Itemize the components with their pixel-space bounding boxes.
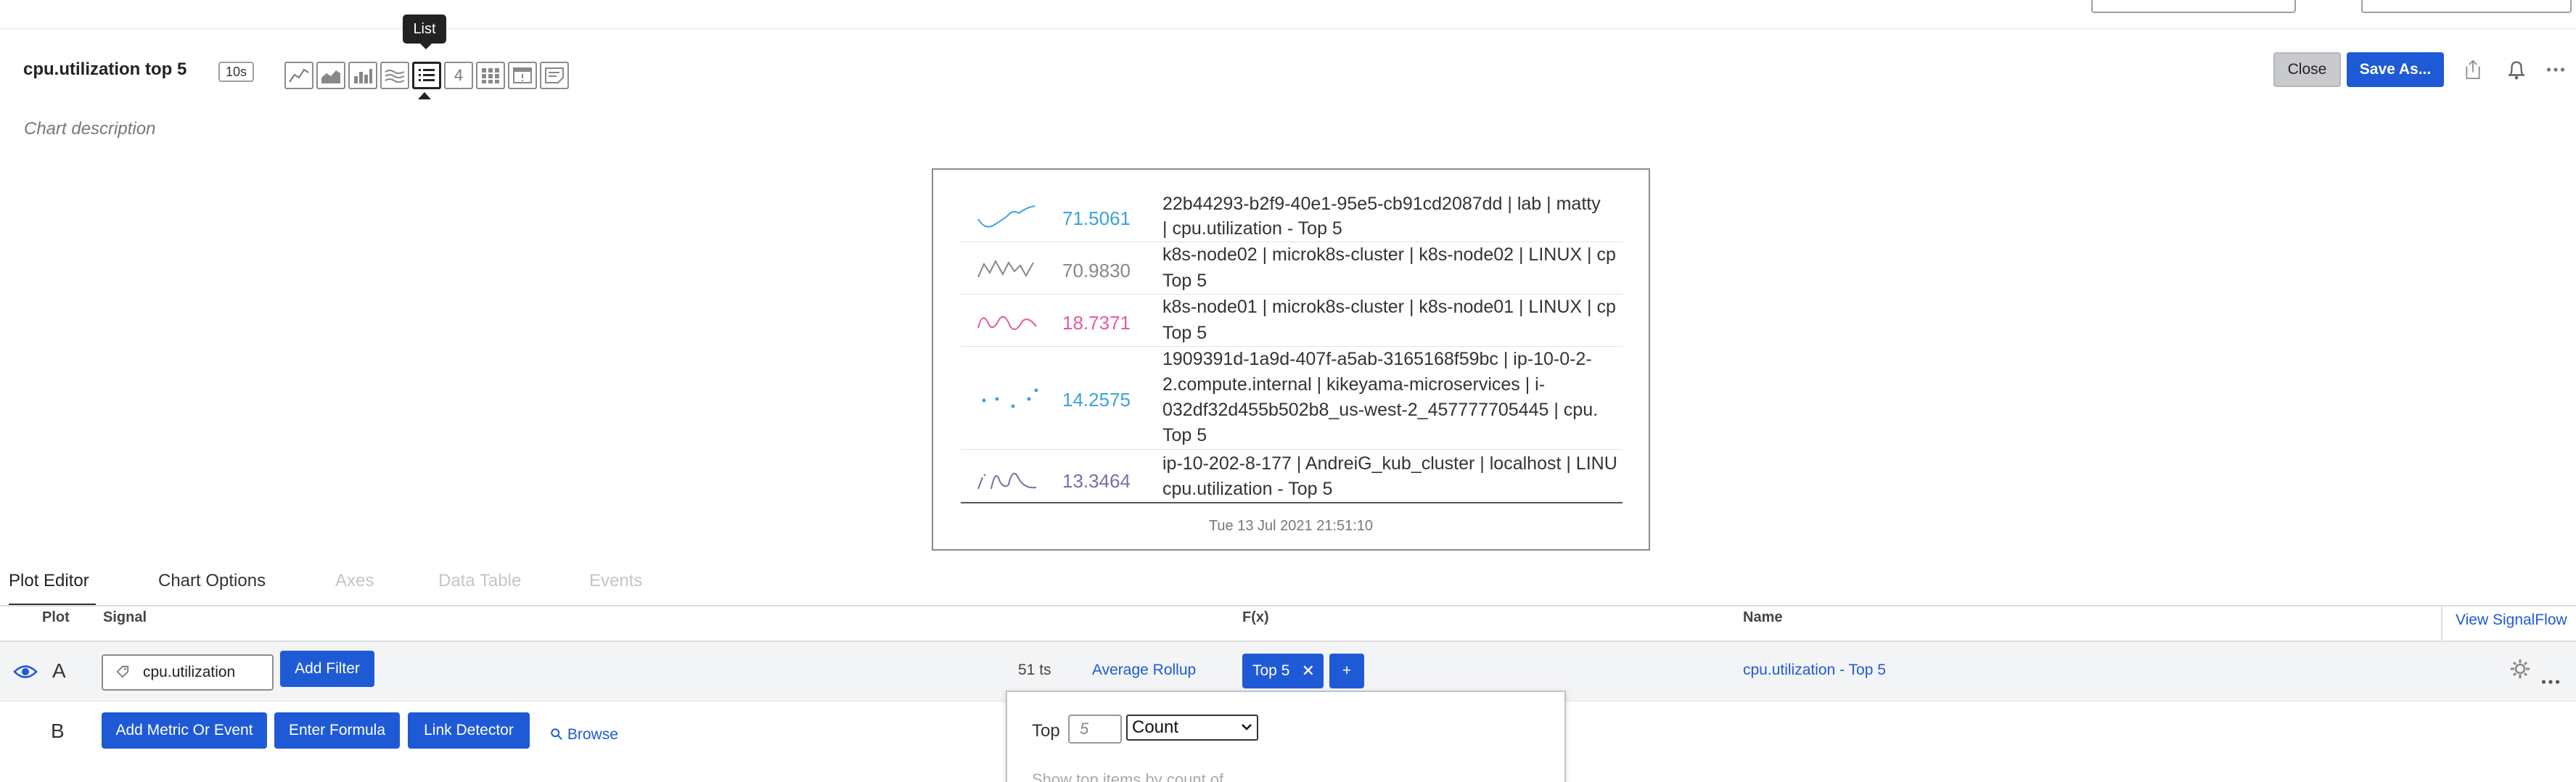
plot-letter-b: B	[51, 720, 65, 742]
list-item[interactable]: 18.7371 k8s-node01 | microk8s-cluster | …	[961, 295, 1623, 347]
tab-plot-editor[interactable]: Plot Editor	[9, 569, 89, 593]
timeseries-count: 51 ts	[1018, 662, 1051, 678]
link-detector-button[interactable]: Link Detector	[408, 712, 530, 749]
heatmap-icon[interactable]	[476, 62, 505, 89]
top-dropdown-left[interactable]	[2091, 0, 2296, 13]
list-chart: 71.5061 22b44293-b2f9-40e1-95e5-cb91cd20…	[932, 168, 1650, 551]
add-function-button[interactable]: +	[1329, 654, 1364, 688]
more-options-icon[interactable]	[2541, 55, 2570, 84]
list-item[interactable]: 70.9830 k8s-node02 | microk8s-cluster | …	[961, 242, 1623, 295]
active-type-caret	[418, 92, 431, 99]
sparkline	[977, 316, 1037, 330]
chart-timestamp: Tue 13 Jul 2021 21:51:10	[1208, 518, 1374, 534]
text-note-icon[interactable]	[540, 62, 569, 89]
bell-icon[interactable]	[2502, 55, 2531, 84]
column-chart-icon[interactable]	[348, 62, 377, 89]
list-item[interactable]: 71.5061 22b44293-b2f9-40e1-95e5-cb91cd20…	[961, 192, 1623, 242]
event-feed-icon[interactable]	[508, 62, 537, 89]
single-value-icon[interactable]: 4	[444, 62, 473, 89]
list-label-line: 032df32d455b502b8_us-west-2_457777705445…	[1162, 400, 1599, 420]
browse-label: Browse	[567, 726, 618, 743]
area-chart-icon[interactable]	[316, 62, 345, 89]
list-label-line: Top 5	[1162, 323, 1207, 343]
rollup-link[interactable]: Average Rollup	[1092, 662, 1196, 679]
list-label-line: ip-10-202-8-177 | AndreiG_kub_cluster | …	[1162, 453, 1617, 474]
add-metric-or-event-button[interactable]: Add Metric Or Event	[102, 712, 267, 749]
browse-link[interactable]: Browse	[550, 726, 618, 744]
top-n-function-popover: Top 5 Count Show top items by count of	[1006, 691, 1566, 782]
plot-name-link[interactable]: cpu.utilization - Top 5	[1743, 662, 1886, 679]
top-by-value: Count	[1132, 717, 1179, 737]
line-chart-icon[interactable]	[284, 62, 313, 89]
top-count-input[interactable]: 5	[1068, 715, 1122, 744]
row-more-icon[interactable]	[2541, 667, 2560, 691]
top-by-select[interactable]: Count	[1126, 715, 1258, 741]
top5-function-chip[interactable]: Top 5 ✕	[1242, 654, 1324, 688]
top-label: Top	[1032, 721, 1060, 741]
eye-icon[interactable]	[13, 662, 38, 681]
plot-letter: A	[52, 659, 66, 682]
chevron-down-icon	[1242, 724, 1252, 730]
chart-type-selector: 4	[284, 62, 569, 89]
chart-description[interactable]: Chart description	[24, 119, 155, 139]
column-header-fx: F(x)	[1242, 609, 1269, 625]
list-label-line: 2.compute.internal | kikeyama-microservi…	[1162, 374, 1546, 395]
sparkline	[977, 205, 1035, 228]
list-label-line: Top 5	[1162, 271, 1207, 291]
header-separator	[2441, 606, 2442, 640]
close-button[interactable]: Close	[2273, 52, 2341, 87]
list-label-line: 1909391d-1a9d-407f-a5ab-3165168f59bc | i…	[1162, 349, 1592, 369]
function-label: Top 5	[1252, 662, 1290, 679]
metric-name: cpu.utilization	[143, 664, 236, 680]
enter-formula-button[interactable]: Enter Formula	[274, 712, 400, 749]
add-filter-button[interactable]: Add Filter	[280, 651, 374, 687]
tab-axes[interactable]: Axes	[335, 569, 374, 593]
tag-icon	[116, 656, 129, 691]
share-icon[interactable]	[2458, 55, 2487, 84]
list-value: 70.9830	[1062, 260, 1131, 281]
save-as-button[interactable]: Save As...	[2347, 52, 2444, 87]
view-signalflow-link[interactable]: View SignalFlow	[2456, 612, 2567, 629]
column-header-name: Name	[1743, 609, 1783, 625]
list-value: 18.7371	[1062, 312, 1131, 334]
single-value-glyph: 4	[454, 66, 464, 84]
chart-builder-page: cpu.utilization top 5 10s List 4 Chart d…	[0, 0, 2576, 782]
refresh-rate-badge: 10s	[218, 62, 255, 82]
list-item[interactable]: 13.3464 ip-10-202-8-177 | AndreiG_kub_cl…	[961, 450, 1623, 502]
editor-tabs: Plot Editor Chart Options Axes Data Tabl…	[0, 569, 2576, 606]
tabs-divider	[0, 605, 2576, 606]
list-label-line: 22b44293-b2f9-40e1-95e5-cb91cd2087dd | l…	[1162, 194, 1601, 214]
list-label-line: | cpu.utilization - Top 5	[1162, 218, 1342, 239]
list-chart-rows: 71.5061 22b44293-b2f9-40e1-95e5-cb91cd20…	[961, 192, 1623, 503]
list-label-line: k8s-node02 | microk8s-cluster | k8s-node…	[1162, 244, 1616, 265]
popup-hint-text: Show top items by count of	[1032, 770, 1224, 782]
sparkline	[982, 388, 1038, 408]
list-value: 14.2575	[1062, 389, 1131, 411]
list-icon[interactable]	[412, 62, 441, 89]
column-header-signal: Signal	[103, 609, 147, 625]
chart-type-tooltip: List	[403, 15, 446, 49]
list-label-line: Top 5	[1162, 425, 1207, 445]
list-item[interactable]: 14.2575 1909391d-1a9d-407f-a5ab-3165168f…	[961, 347, 1623, 450]
search-icon	[551, 728, 562, 740]
tab-chart-options[interactable]: Chart Options	[158, 569, 266, 593]
gear-icon[interactable]	[2509, 658, 2531, 686]
tab-data-table[interactable]: Data Table	[438, 569, 521, 593]
close-icon[interactable]: ✕	[1302, 654, 1315, 688]
chart-title[interactable]: cpu.utilization top 5	[23, 59, 186, 80]
metric-pill[interactable]: cpu.utilization	[102, 654, 274, 691]
top-divider	[0, 28, 2576, 29]
tab-events[interactable]: Events	[589, 569, 642, 593]
sparkline	[977, 472, 1037, 490]
top-dropdown-right[interactable]	[2361, 0, 2572, 13]
histogram-icon[interactable]	[380, 62, 409, 89]
sparkline	[977, 259, 1034, 278]
list-value: 71.5061	[1062, 207, 1131, 229]
list-label-line: k8s-node01 | microk8s-cluster | k8s-node…	[1162, 297, 1616, 317]
list-label-line: cpu.utilization - Top 5	[1162, 479, 1333, 499]
list-value: 13.3464	[1062, 470, 1131, 492]
column-header-plot: Plot	[42, 609, 70, 625]
